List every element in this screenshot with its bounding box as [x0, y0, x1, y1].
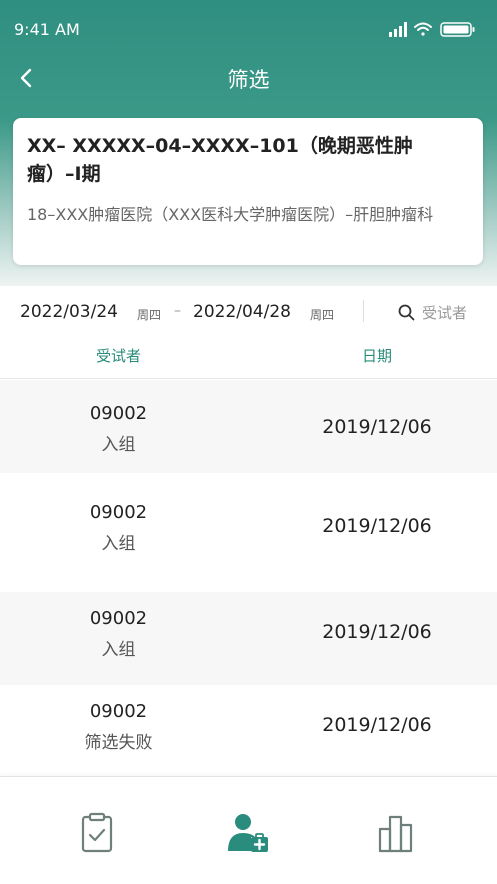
- status-bar: 9:41 AM: [0, 0, 497, 56]
- tab-statistics[interactable]: [372, 809, 420, 857]
- tab-subjects[interactable]: [224, 809, 272, 857]
- filter-bar: 2022/03/24 周四 – 2022/04/28 周四 受试者: [0, 286, 497, 338]
- subject-id: 09002: [89, 608, 148, 629]
- status-time: 9:41 AM: [14, 20, 80, 39]
- search-icon: [398, 304, 415, 321]
- battery-icon: [440, 22, 475, 37]
- status-icons: [389, 22, 475, 37]
- date-range-separator: –: [174, 303, 181, 319]
- end-date-picker[interactable]: 2022/04/28: [193, 302, 291, 322]
- subject-status: 入组: [101, 640, 136, 660]
- filter-divider: [363, 300, 364, 322]
- row-date: 2019/12/06: [322, 714, 432, 736]
- table-row[interactable]: 09002 入组 2019/12/06: [0, 473, 497, 592]
- trial-card[interactable]: XX– XXXXX–04–XXXX–101（晚期恶性肿瘤）–I期 18–XXX肿…: [13, 118, 483, 265]
- subject-id: 09002: [89, 502, 148, 523]
- subject-search-input[interactable]: 受试者: [398, 300, 478, 324]
- page-title: 筛选: [227, 68, 270, 92]
- row-date: 2019/12/06: [322, 515, 432, 537]
- subject-status: 入组: [101, 534, 136, 554]
- column-header-date[interactable]: 日期: [257, 345, 497, 366]
- patient-medical-icon: [228, 814, 268, 852]
- tab-bar: [0, 776, 497, 884]
- subject-list: 09002 入组 2019/12/06 09002 入组 2019/12/06 …: [0, 380, 497, 773]
- row-date: 2019/12/06: [322, 621, 432, 643]
- subject-id: 09002: [89, 701, 148, 722]
- start-date-picker[interactable]: 2022/03/24: [20, 302, 118, 322]
- search-placeholder: 受试者: [422, 304, 468, 322]
- table-row[interactable]: 09002 筛选失败 2019/12/06: [0, 685, 497, 773]
- column-header-subject[interactable]: 受试者: [0, 345, 237, 366]
- subject-status: 筛选失败: [84, 733, 153, 753]
- tab-tasks[interactable]: [73, 809, 121, 857]
- wifi-icon: [414, 22, 432, 36]
- table-row[interactable]: 09002 入组 2019/12/06: [0, 380, 497, 473]
- row-date: 2019/12/06: [322, 416, 432, 438]
- trial-site: 18–XXX肿瘤医院（XXX医科大学肿瘤医院）–肝胆肿瘤科: [27, 205, 434, 224]
- table-row[interactable]: 09002 入组 2019/12/06: [0, 592, 497, 685]
- trial-title: XX– XXXXX–04–XXXX–101（晚期恶性肿瘤）–I期: [27, 135, 413, 185]
- subject-id: 09002: [89, 403, 148, 424]
- signal-icon: [389, 22, 407, 37]
- clipboard-check-icon: [81, 812, 113, 853]
- subject-status: 入组: [101, 435, 136, 455]
- end-weekday: 周四: [310, 308, 335, 322]
- bar-chart-icon: [378, 815, 413, 853]
- start-weekday: 周四: [137, 308, 162, 322]
- nav-bar: 筛选: [0, 56, 497, 100]
- table-header: 受试者 日期: [0, 338, 497, 379]
